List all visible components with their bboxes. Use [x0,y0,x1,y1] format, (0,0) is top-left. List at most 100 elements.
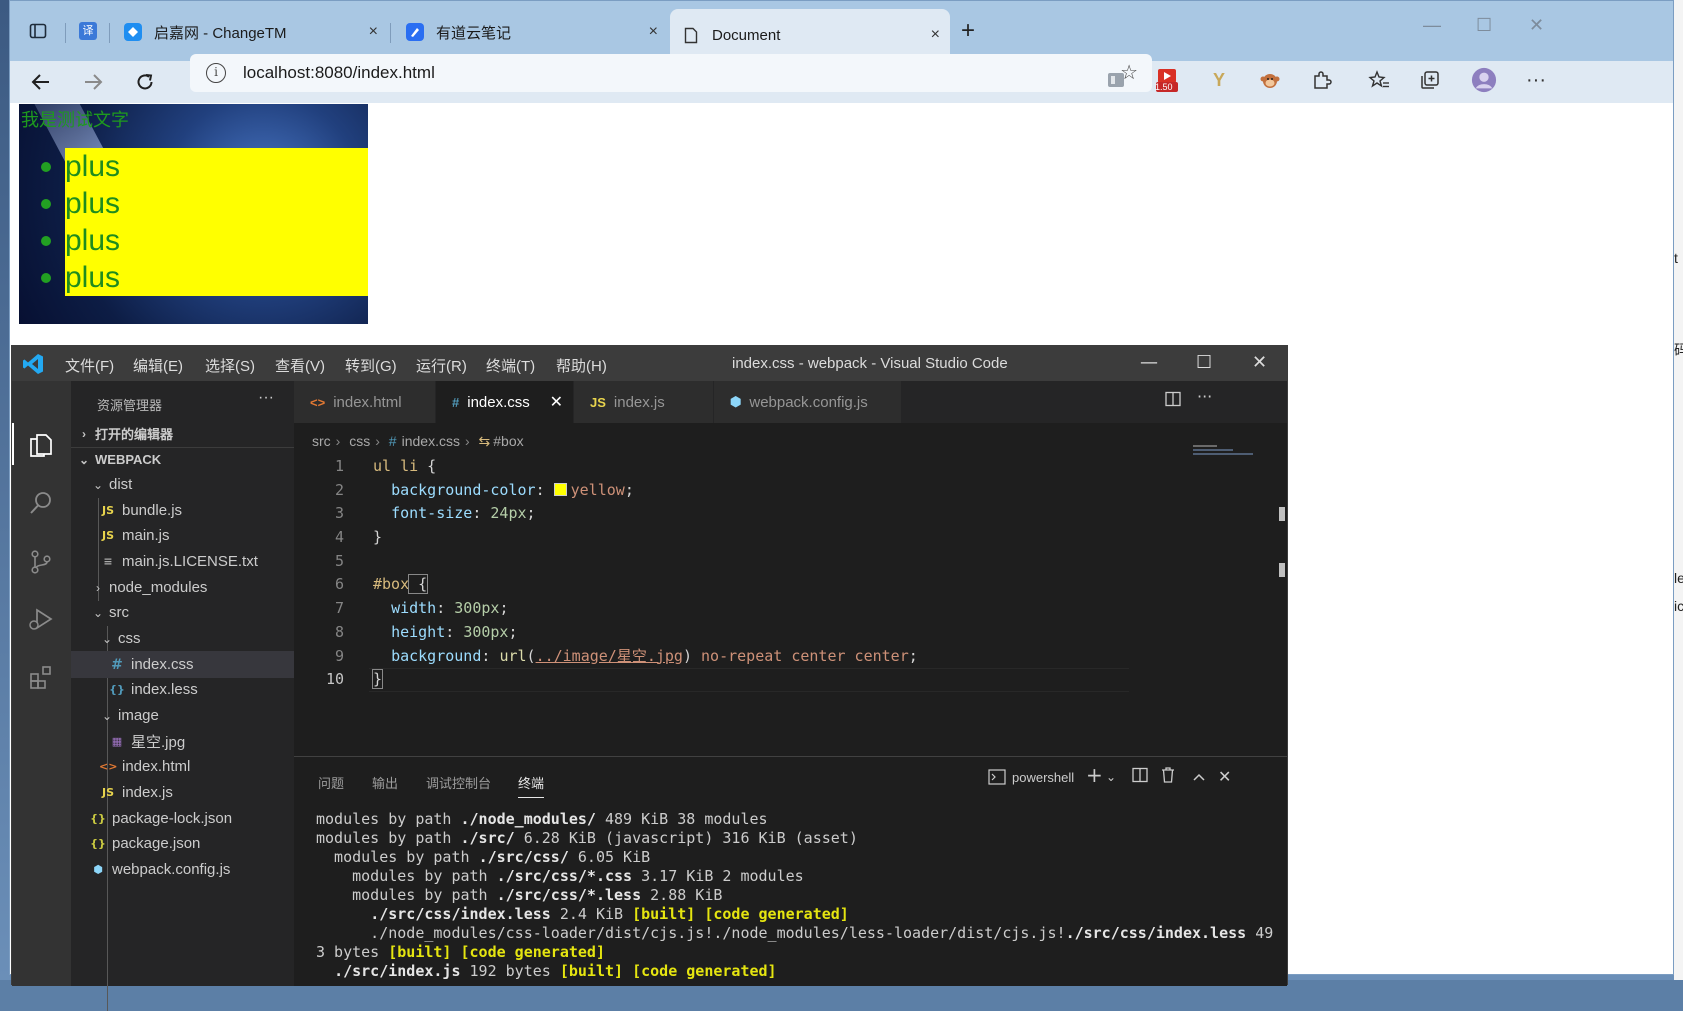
menu-run[interactable]: 运行(R) [416,355,467,376]
breadcrumb-separator: › [335,433,341,449]
js-file-icon: JS [101,504,114,517]
color-swatch[interactable] [553,482,567,496]
menu-terminal[interactable]: 终端(T) [486,355,535,376]
open-editors-section[interactable]: › 打开的编辑器 [71,420,294,447]
tree-file-index-html[interactable]: <> index.html [71,753,294,780]
editor-tab-index-html[interactable]: <> index.html [294,381,436,423]
forward-arrow-icon[interactable] [78,67,108,97]
settings-more-icon[interactable]: ··· [1523,67,1549,93]
monkey-extension-icon[interactable] [1257,67,1283,93]
close-panel-icon[interactable]: ✕ [1218,767,1231,786]
webpack-file-icon: ⬢ [93,863,103,876]
editor-tab-webpack-config[interactable]: ⬢ webpack.config.js [714,381,902,423]
editor-tab-index-js[interactable]: JS index.js [574,381,714,423]
menu-help[interactable]: 帮助(H) [556,355,607,376]
js-file-icon: JS [101,529,114,542]
address-bar[interactable]: i localhost:8080/index.html ☆ [190,54,1152,92]
tree-folder-node-modules[interactable]: › node_modules [71,574,294,601]
site-info-icon[interactable]: i [206,63,226,83]
menu-view[interactable]: 查看(V) [275,355,325,376]
css-url-link[interactable]: ../image/星空.jpg [536,647,683,665]
tab-close-icon[interactable]: × [369,23,378,41]
panel-tab-terminal[interactable]: 终端 [518,773,545,798]
list-item: plus [41,259,368,296]
tree-file-index-js[interactable]: JS index.js [71,779,294,806]
url-text[interactable]: localhost:8080/index.html [243,63,435,83]
code-editor[interactable]: 1 ul li { 2 background-color: yellow; 3 f… [294,455,1194,692]
tree-file-license[interactable]: ≡ main.js.LICENSE.txt [71,548,294,575]
editor-more-icon[interactable]: ··· [1197,387,1212,406]
browser-minimize-icon[interactable]: — [1423,15,1441,36]
editor-tab-index-css[interactable]: # index.css ✕ [436,381,574,423]
vscode-close-icon[interactable]: ✕ [1252,352,1267,373]
tree-file-webpack-config[interactable]: ⬢ webpack.config.js [71,856,294,883]
panel-tab-problems[interactable]: 问题 [318,773,344,792]
collections-icon[interactable] [1417,67,1443,93]
breadcrumb-item[interactable]: css [349,433,370,449]
explorer-more-icon[interactable]: ··· [258,389,274,407]
translate-icon[interactable]: 译 [74,17,102,45]
tab-actions-icon[interactable] [24,17,52,45]
vscode-minimize-icon[interactable]: — [1140,352,1158,373]
terminal-output[interactable]: modules by path ./node_modules/ 489 KiB … [316,810,1273,981]
refresh-icon[interactable] [130,67,160,97]
terminal-shell-selector[interactable]: powershell [988,769,1074,785]
profile-avatar[interactable] [1471,67,1497,93]
browser-maximize-icon[interactable]: ☐ [1476,15,1492,36]
line-number: 2 [334,480,344,499]
split-terminal-icon[interactable] [1132,767,1148,787]
menu-selection[interactable]: 选择(S) [205,355,255,376]
workspace-section[interactable]: ⌄ WEBPACK [71,446,294,473]
explorer-title: 资源管理器 [97,398,163,413]
video-speed-extension-icon[interactable]: 1.50 [1154,67,1180,93]
favorites-icon[interactable] [1366,67,1392,93]
new-tab-button[interactable]: + [954,17,982,45]
source-control-icon[interactable] [26,547,56,577]
tree-file-package-json[interactable]: {} package.json [71,830,294,857]
panel-tab-debug-console[interactable]: 调试控制台 [426,773,491,792]
breadcrumb-item[interactable]: #box [493,433,523,449]
panel-tab-output[interactable]: 输出 [372,773,398,792]
tree-file-star-jpg[interactable]: ▦ 星空.jpg [71,728,294,755]
tree-file-index-css[interactable]: # index.css [71,651,294,678]
browser-close-icon[interactable]: ✕ [1529,15,1544,36]
tab-close-icon[interactable]: × [649,23,658,41]
tree-file-package-lock[interactable]: {} package-lock.json [71,805,294,832]
menu-edit[interactable]: 编辑(E) [133,355,183,376]
run-debug-icon[interactable] [26,604,56,634]
tree-folder-dist[interactable]: ⌄ dist [71,471,294,498]
minimap[interactable] [1193,445,1273,465]
tree-folder-src[interactable]: ⌄ src [71,599,294,626]
chevron-down-icon[interactable]: ⌄ [1106,770,1116,784]
breadcrumb-item[interactable]: index.css [402,433,460,449]
menu-file[interactable]: 文件(F) [65,355,114,376]
vscode-maximize-icon[interactable]: ☐ [1196,352,1212,373]
reading-view-icon[interactable] [1103,67,1129,93]
tab-title: 启嘉网 - ChangeTM [154,24,287,42]
new-terminal-icon[interactable]: + [1086,763,1103,787]
chevron-right-icon: › [96,580,100,595]
css-file-icon: # [388,433,397,449]
css-value: 24px [490,504,527,523]
tab-youdao-note[interactable]: 有道云笔记 × [394,11,668,53]
search-icon[interactable] [26,488,56,518]
menu-go[interactable]: 转到(G) [345,355,397,376]
maximize-panel-icon[interactable] [1192,767,1206,786]
breadcrumb-item[interactable]: src [312,433,331,449]
tab-close-icon[interactable]: × [931,26,940,44]
trash-icon[interactable] [1161,767,1175,787]
split-editor-icon[interactable] [1165,391,1181,411]
tree-folder-css[interactable]: ⌄ css [71,625,294,652]
explorer-icon[interactable] [26,428,56,458]
extensions-icon[interactable] [26,662,56,692]
line-number: 4 [334,528,344,547]
tree-file-bundle-js[interactable]: JS bundle.js [71,497,294,524]
tree-file-index-less[interactable]: {} index.less [71,676,294,703]
tab-changetm[interactable]: 启嘉网 - ChangeTM × [112,11,388,53]
extensions-puzzle-icon[interactable] [1309,67,1335,93]
tab-close-icon[interactable]: ✕ [550,392,563,412]
tree-file-main-js[interactable]: JS main.js [71,522,294,549]
back-arrow-icon[interactable] [26,67,56,97]
tree-folder-image[interactable]: ⌄ image [71,702,294,729]
y-extension-icon[interactable]: Y [1206,67,1232,93]
